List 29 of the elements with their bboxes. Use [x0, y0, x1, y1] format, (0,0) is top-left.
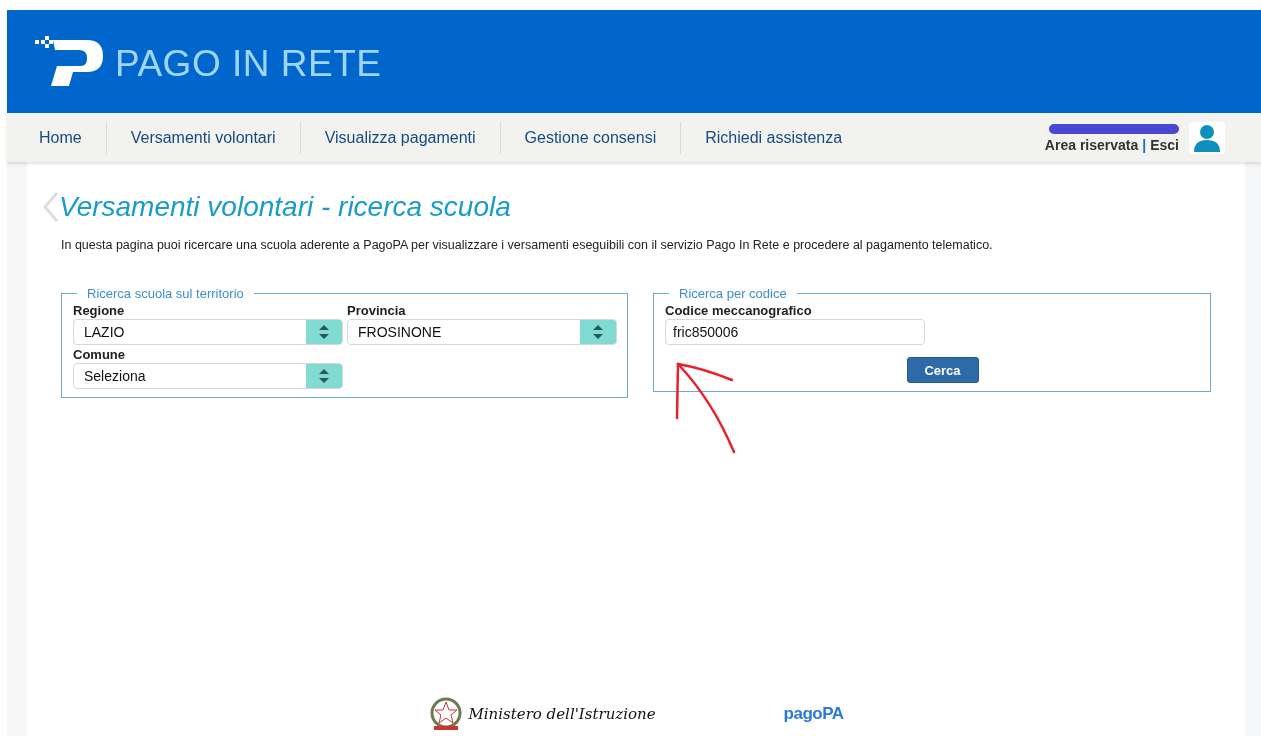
nav-link[interactable]: Gestione consensi [499, 121, 681, 154]
nav-link[interactable]: Home [7, 121, 106, 154]
input-field[interactable]: fric850006 [665, 319, 925, 345]
sort-arrows-icon [319, 325, 329, 339]
select-field[interactable]: Seleziona [73, 363, 343, 389]
search-button[interactable]: Cerca [906, 357, 979, 383]
page-title: Versamenti volontari - ricerca scuola [59, 191, 511, 223]
sort-arrows-icon [319, 369, 329, 383]
user-avatar[interactable] [1189, 121, 1225, 154]
nav-link[interactable]: Versamenti volontari [105, 121, 300, 154]
logout-link[interactable]: Esci [1150, 136, 1179, 153]
field-label: Codice meccanografico [665, 303, 813, 318]
ministry-name: Ministero dell'Istruzione [468, 705, 656, 723]
reserved-area-link[interactable]: Area riservata [1044, 136, 1139, 153]
field-label: Provincia [347, 303, 407, 318]
select-field[interactable]: FROSINONE [347, 319, 617, 345]
intro-text: In questa pagina puoi ricercare una scuola aderente a PagoPA per visualizzare i versamenti eseguibili con il servizio Pago In Rete e procedere al pagamento telematico. [61, 238, 994, 252]
field-label: Regione [73, 303, 126, 318]
select-field[interactable]: LAZIO [73, 319, 343, 345]
pagopa-logo: pagoPA [783, 704, 844, 724]
field-label: Comune [73, 347, 126, 362]
panel-legend: Ricerca scuola sul territorio [77, 286, 254, 301]
site-title: PAGO IN RETE [115, 41, 382, 85]
nav-link[interactable]: Visualizza pagamenti [299, 121, 500, 154]
logo-icon [35, 35, 103, 88]
sort-arrows-icon [593, 325, 603, 339]
separator-text: | [1142, 136, 1147, 153]
panel-legend: Ricerca per codice [669, 286, 797, 301]
nav-link[interactable]: Richiedi assistenza [680, 121, 867, 154]
